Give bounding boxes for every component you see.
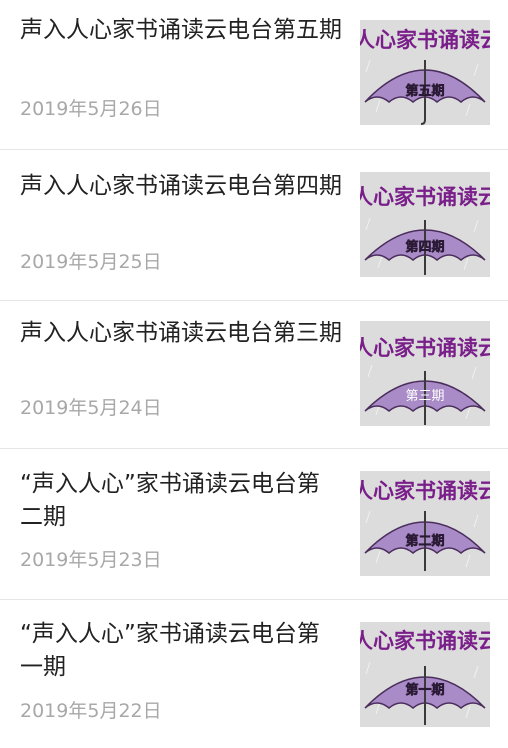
purple-umbrella-icon: 人心家书诵读云电 第一期 bbox=[360, 622, 490, 727]
article-item[interactable]: 声入人心家书诵读云电台第三期 2019年5月24日 人心家书诵读云电 第三期 bbox=[0, 301, 508, 449]
article-item[interactable]: 声入人心家书诵读云电台第四期 2019年5月25日 人心家书诵读云电 第四期 bbox=[0, 150, 508, 301]
thumb-label: 第五期 bbox=[405, 83, 444, 99]
thumb-label: 第一期 bbox=[405, 682, 444, 698]
article-date: 2019年5月25日 bbox=[20, 251, 162, 273]
thumb-banner: 人心家书诵读云 bbox=[360, 28, 490, 52]
thumb-banner: 人心家书诵读云电 bbox=[360, 185, 490, 209]
article-date: 2019年5月23日 bbox=[20, 549, 162, 571]
article-item[interactable]: “声入人心”家书诵读云电台第二期 2019年5月23日 人心家书诵读云电 第二期 bbox=[0, 449, 508, 600]
article-title[interactable]: “声入人心”家书诵读云电台第二期 bbox=[20, 468, 342, 534]
article-date: 2019年5月22日 bbox=[20, 700, 162, 722]
thumb-label: 第二期 bbox=[405, 533, 444, 549]
article-item[interactable]: 声入人心家书诵读云电台第五期 2019年5月26日 人心家书诵读云 第五期 bbox=[0, 0, 508, 150]
thumb-banner: 人心家书诵读云电 bbox=[360, 479, 490, 503]
thumb-banner: 人心家书诵读云电 bbox=[360, 629, 490, 653]
purple-umbrella-icon: 人心家书诵读云电 第二期 bbox=[360, 471, 490, 576]
article-date: 2019年5月24日 bbox=[20, 397, 162, 419]
article-title[interactable]: 声入人心家书诵读云电台第五期 bbox=[20, 14, 342, 47]
article-thumbnail[interactable]: 人心家书诵读云电 第一期 bbox=[360, 622, 490, 727]
thumb-label: 第四期 bbox=[405, 239, 444, 255]
article-thumbnail[interactable]: 人心家书诵读云电 第四期 bbox=[360, 172, 490, 277]
purple-umbrella-icon: 人心家书诵读云电 第三期 bbox=[360, 321, 490, 426]
article-item[interactable]: “声入人心”家书诵读云电台第一期 2019年5月22日 人心家书诵读云电 第一期 bbox=[0, 600, 508, 748]
thumb-label: 第三期 bbox=[405, 389, 444, 404]
article-list: 声入人心家书诵读云电台第五期 2019年5月26日 人心家书诵读云 第五期 声入… bbox=[0, 0, 508, 748]
purple-umbrella-icon: 人心家书诵读云电 第四期 bbox=[360, 172, 490, 277]
article-thumbnail[interactable]: 人心家书诵读云电 第三期 bbox=[360, 321, 490, 426]
article-title[interactable]: 声入人心家书诵读云电台第四期 bbox=[20, 170, 342, 203]
article-date: 2019年5月26日 bbox=[20, 98, 162, 120]
article-thumbnail[interactable]: 人心家书诵读云 第五期 bbox=[360, 20, 490, 125]
article-title[interactable]: 声入人心家书诵读云电台第三期 bbox=[20, 317, 342, 350]
thumb-banner: 人心家书诵读云电 bbox=[360, 336, 490, 360]
article-thumbnail[interactable]: 人心家书诵读云电 第二期 bbox=[360, 471, 490, 576]
article-title[interactable]: “声入人心”家书诵读云电台第一期 bbox=[20, 618, 342, 684]
purple-umbrella-icon: 人心家书诵读云 第五期 bbox=[360, 20, 490, 125]
